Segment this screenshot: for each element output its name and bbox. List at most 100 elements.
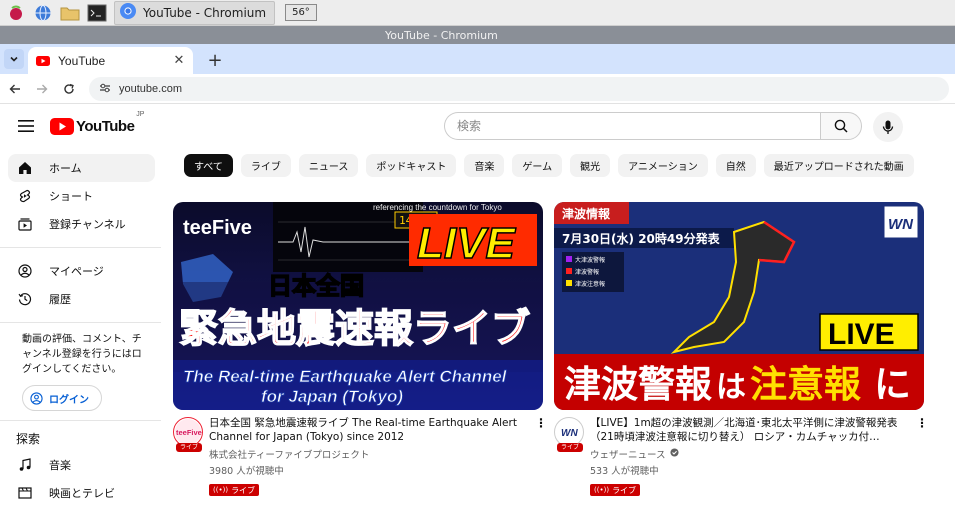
filter-chip-bar: すべて ライブ ニュース ポッドキャスト 音楽 ゲーム 観光 アニメーション 自… [184,154,922,177]
verified-badge-icon [669,448,679,460]
chromium-icon [119,2,137,24]
search-button[interactable] [820,112,862,140]
file-manager-icon[interactable] [59,2,81,24]
youtube-home-logo[interactable]: YouTube JP [50,111,144,135]
legend-swatch-advisory [566,280,572,286]
sidebar-item-my-page[interactable]: マイページ [8,257,155,285]
video-thumbnail[interactable]: 津波情報 7月30日(水) 20時49分発表 大津波警報 津波警報 津波注意報 … [554,202,924,410]
sidebar-item-home[interactable]: ホーム [8,154,155,182]
video-meta: WN ライブ 【LIVE】1m超の津波観測／北海道･東北太平洋側に津波警報発表（… [554,416,928,496]
avatar-live-badge: ライブ [176,443,202,452]
history-icon [18,293,32,306]
video-title[interactable]: 日本全国 緊急地震速報ライブ The Real-time Earthquake … [209,416,529,444]
youtube-favicon-icon [36,51,50,70]
chip-nature[interactable]: 自然 [715,154,756,177]
sidebar-item-subscriptions[interactable]: 登録チャンネル [8,210,155,238]
video-meta: teeFive ライブ 日本全国 緊急地震速報ライブ The Real-time… [173,416,547,496]
browser-tab-youtube[interactable]: YouTube ✕ [28,47,193,74]
earthquake-alert-thumbnail-art: teeFive 14:00 referencing the countdown … [173,202,543,410]
chip-news[interactable]: ニュース [298,154,359,177]
search-input[interactable] [444,112,820,140]
avatar-text: WN [561,428,578,439]
chip-recently-uploaded[interactable]: 最近アップロードされた動画 [763,154,914,177]
chip-all[interactable]: すべて [184,154,233,177]
more-actions-icon[interactable]: ⋮ [535,416,547,430]
sidebar-item-shorts[interactable]: ショート [8,182,155,210]
sidebar-item-label: マイページ [49,265,104,278]
channel-name-text: 株式会社ティーファイブプロジェクト [209,450,370,461]
sidebar-divider [0,322,161,323]
thumb-brand-text: teeFive [183,217,252,239]
sidebar-item-label: ショート [49,190,93,203]
browser-toolbar: youtube.com [0,74,955,104]
youtube-masthead: YouTube JP [0,104,955,148]
tab-search-button[interactable] [4,49,24,69]
arrow-left-icon [9,84,20,93]
thumb-banner-d: に [874,363,911,406]
thumb-banner-c: 注意報 [750,363,861,406]
sidebar-item-label: ホーム [49,162,82,175]
close-tab-icon[interactable]: ✕ [171,53,187,68]
home-icon [19,162,31,174]
terminal-icon[interactable] [86,2,108,24]
sidebar-item-history[interactable]: 履歴 [8,285,155,313]
avatar-live-badge: ライブ [557,443,583,452]
thumb-date-text: 7月30日(水) 20時49分発表 [562,231,721,246]
chip-tourism[interactable]: 観光 [570,154,611,177]
sidebar-divider [0,420,161,421]
movies-icon [18,487,32,499]
raspberry-pi-menu-icon[interactable] [5,2,27,24]
legend-swatch-major [566,256,572,262]
site-info-icon[interactable] [99,79,111,98]
thumb-line2-text: 緊急地震速報ライブ [179,307,530,352]
viewer-count: 3980 人が視聴中 [209,466,284,477]
sidebar-item-label: 音楽 [49,459,71,472]
new-tab-button[interactable]: + [205,50,225,71]
channel-name[interactable]: ウェザーニュース [590,447,910,461]
channel-name[interactable]: 株式会社ティーファイブプロジェクト [209,447,529,461]
account-circle-icon [30,391,43,405]
chip-podcasts[interactable]: ポッドキャスト [366,154,457,177]
avatar-text: teeFive [176,428,202,437]
thumb-logo-text: WN [888,216,914,233]
window-title-bar[interactable]: YouTube - Chromium [0,26,955,44]
address-bar[interactable]: youtube.com [89,76,949,101]
channel-avatar[interactable]: teeFive ライブ [173,417,203,452]
address-text: youtube.com [119,82,182,95]
video-card: teeFive 14:00 referencing the countdown … [173,202,547,496]
chip-animation[interactable]: アニメーション [618,154,708,177]
live-broadcast-icon: ((•)) [213,486,229,494]
voice-search-button[interactable] [873,112,903,142]
video-thumbnail[interactable]: teeFive 14:00 referencing the countdown … [173,202,543,410]
search-box [444,112,862,140]
web-browser-icon[interactable] [32,2,54,24]
more-actions-icon[interactable]: ⋮ [916,416,928,430]
legend-label: 大津波警報 [575,256,605,264]
channel-avatar[interactable]: WN ライブ [554,417,584,452]
taskbar-chromium-window[interactable]: YouTube - Chromium [114,0,276,25]
region-code: JP [136,110,145,118]
forward-button[interactable] [30,77,54,101]
hamburger-menu-icon [18,120,34,132]
live-badge-label: ライブ [231,485,256,495]
chip-live[interactable]: ライブ [240,154,291,177]
subscriptions-icon [18,218,32,231]
thumb-line4-text: for Japan (Tokyo) [261,387,403,406]
tab-title: YouTube [58,53,106,68]
arrow-right-icon [37,84,48,93]
back-button[interactable] [3,77,27,101]
sidebar-item-movies[interactable]: 映画とテレビ [8,479,155,507]
live-badge: ((•)) ライブ [209,484,260,496]
shorts-icon [19,189,31,203]
reload-button[interactable] [57,77,81,101]
chip-music[interactable]: 音楽 [464,154,505,177]
sidebar-item-music[interactable]: 音楽 [8,451,155,479]
thumb-heading-text: 津波情報 [562,206,611,221]
signin-button[interactable]: ログイン [22,385,102,411]
sidebar-item-label: 登録チャンネル [49,218,126,231]
cpu-temperature: 56° [285,4,317,21]
account-icon [18,264,32,278]
chip-games[interactable]: ゲーム [512,154,563,177]
video-title[interactable]: 【LIVE】1m超の津波観測／北海道･東北太平洋側に津波警報発表（21時頃津波注… [590,416,910,444]
guide-menu-button[interactable] [6,106,46,146]
